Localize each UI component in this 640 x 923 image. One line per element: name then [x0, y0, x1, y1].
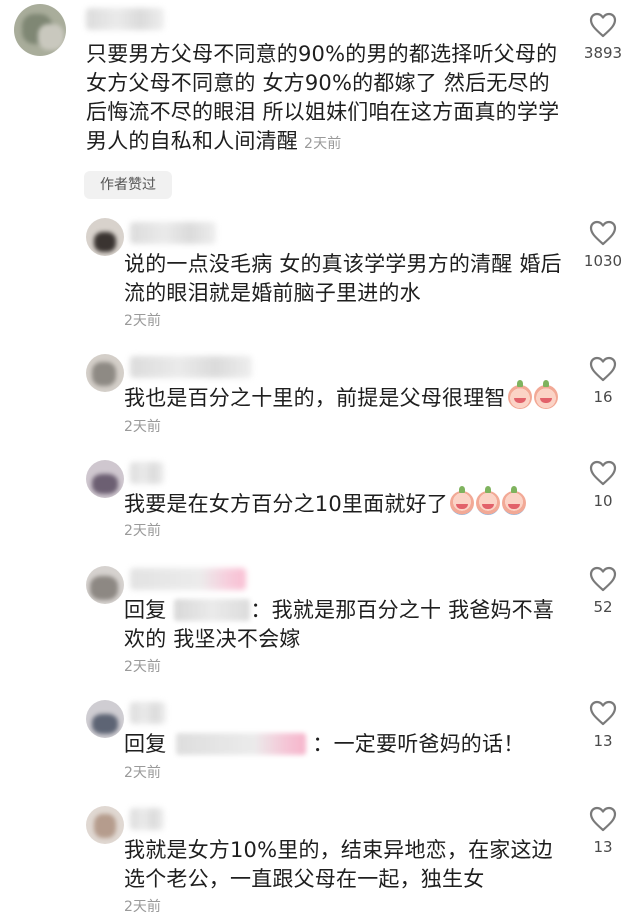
comment-text: 回复 ：我就是那百分之十 我爸妈不喜欢的 我坚决不会嫁 [124, 598, 555, 651]
avatar[interactable] [86, 218, 124, 256]
username-blurred[interactable] [130, 808, 164, 830]
comment-timestamp: 2天前 [124, 523, 161, 539]
heart-outline-icon [589, 566, 617, 592]
avatar[interactable] [86, 460, 124, 498]
username-blurred[interactable] [130, 356, 252, 378]
author-liked-badge: 作者赞过 [84, 171, 172, 199]
avatar[interactable] [14, 4, 66, 56]
comment-text: 我就是女方10%里的，结束异地恋，在家这边选个老公，一直跟父母在一起，独生女 [124, 838, 553, 891]
cry-emoji [449, 486, 474, 515]
reply-target-blurred[interactable] [176, 733, 307, 755]
username-blurred[interactable] [130, 462, 164, 484]
comment-timestamp: 2天前 [124, 419, 161, 435]
like-count: 52 [593, 598, 613, 616]
like-button[interactable]: 52 [573, 566, 633, 616]
reply-label: 回复 [124, 598, 167, 622]
comment-text: 只要男方父母不同意的90%的男的都选择听父母的女方父母不同意的 女方90%的都嫁… [86, 42, 560, 153]
cry-emoji [475, 486, 500, 515]
like-count: 3893 [583, 44, 623, 62]
avatar[interactable] [86, 566, 124, 604]
avatar[interactable] [86, 354, 124, 392]
username-blurred[interactable] [86, 8, 164, 30]
heart-outline-icon [589, 700, 617, 726]
avatar[interactable] [86, 806, 124, 844]
heart-outline-icon [589, 356, 617, 382]
like-count: 1030 [583, 252, 623, 270]
comment-text: 回复 ：一定要听爸妈的话！ [124, 732, 525, 756]
like-button[interactable]: 13 [573, 700, 633, 750]
like-button[interactable]: 1030 [573, 220, 633, 270]
heart-outline-icon [589, 12, 617, 38]
username-blurred[interactable] [130, 568, 246, 590]
avatar[interactable] [86, 700, 124, 738]
comment-timestamp: 2天前 [304, 136, 342, 152]
reply-target-blurred[interactable] [174, 599, 251, 621]
comment-timestamp: 2天前 [124, 313, 161, 329]
heart-outline-icon [589, 220, 617, 246]
comment-text: 说的一点没毛病 女的真该学学男方的清醒 婚后流的眼泪就是婚前脑子里进的水 [124, 252, 562, 305]
comment-text: 我也是百分之十里的，前提是父母很理智 [124, 380, 574, 413]
like-count: 13 [593, 732, 613, 750]
like-count: 13 [593, 838, 613, 856]
smile-emoji [533, 380, 558, 409]
like-count: 16 [593, 388, 613, 406]
like-count: 10 [593, 492, 613, 510]
like-button[interactable]: 3893 [573, 12, 633, 62]
smile-emoji [507, 380, 532, 409]
comment-timestamp: 2天前 [124, 659, 161, 675]
username-blurred[interactable] [130, 702, 166, 724]
like-button[interactable]: 10 [573, 460, 633, 510]
cry-emoji [501, 486, 526, 515]
like-button[interactable]: 13 [573, 806, 633, 856]
heart-outline-icon [589, 806, 617, 832]
reply-label: 回复 [124, 732, 167, 756]
comment-timestamp: 2天前 [124, 899, 161, 915]
heart-outline-icon [589, 460, 617, 486]
like-button[interactable]: 16 [573, 356, 633, 406]
comment-timestamp: 2天前 [124, 765, 161, 781]
comment-text: 我要是在女方百分之10里面就好了 [124, 486, 574, 519]
username-blurred[interactable] [130, 222, 216, 244]
